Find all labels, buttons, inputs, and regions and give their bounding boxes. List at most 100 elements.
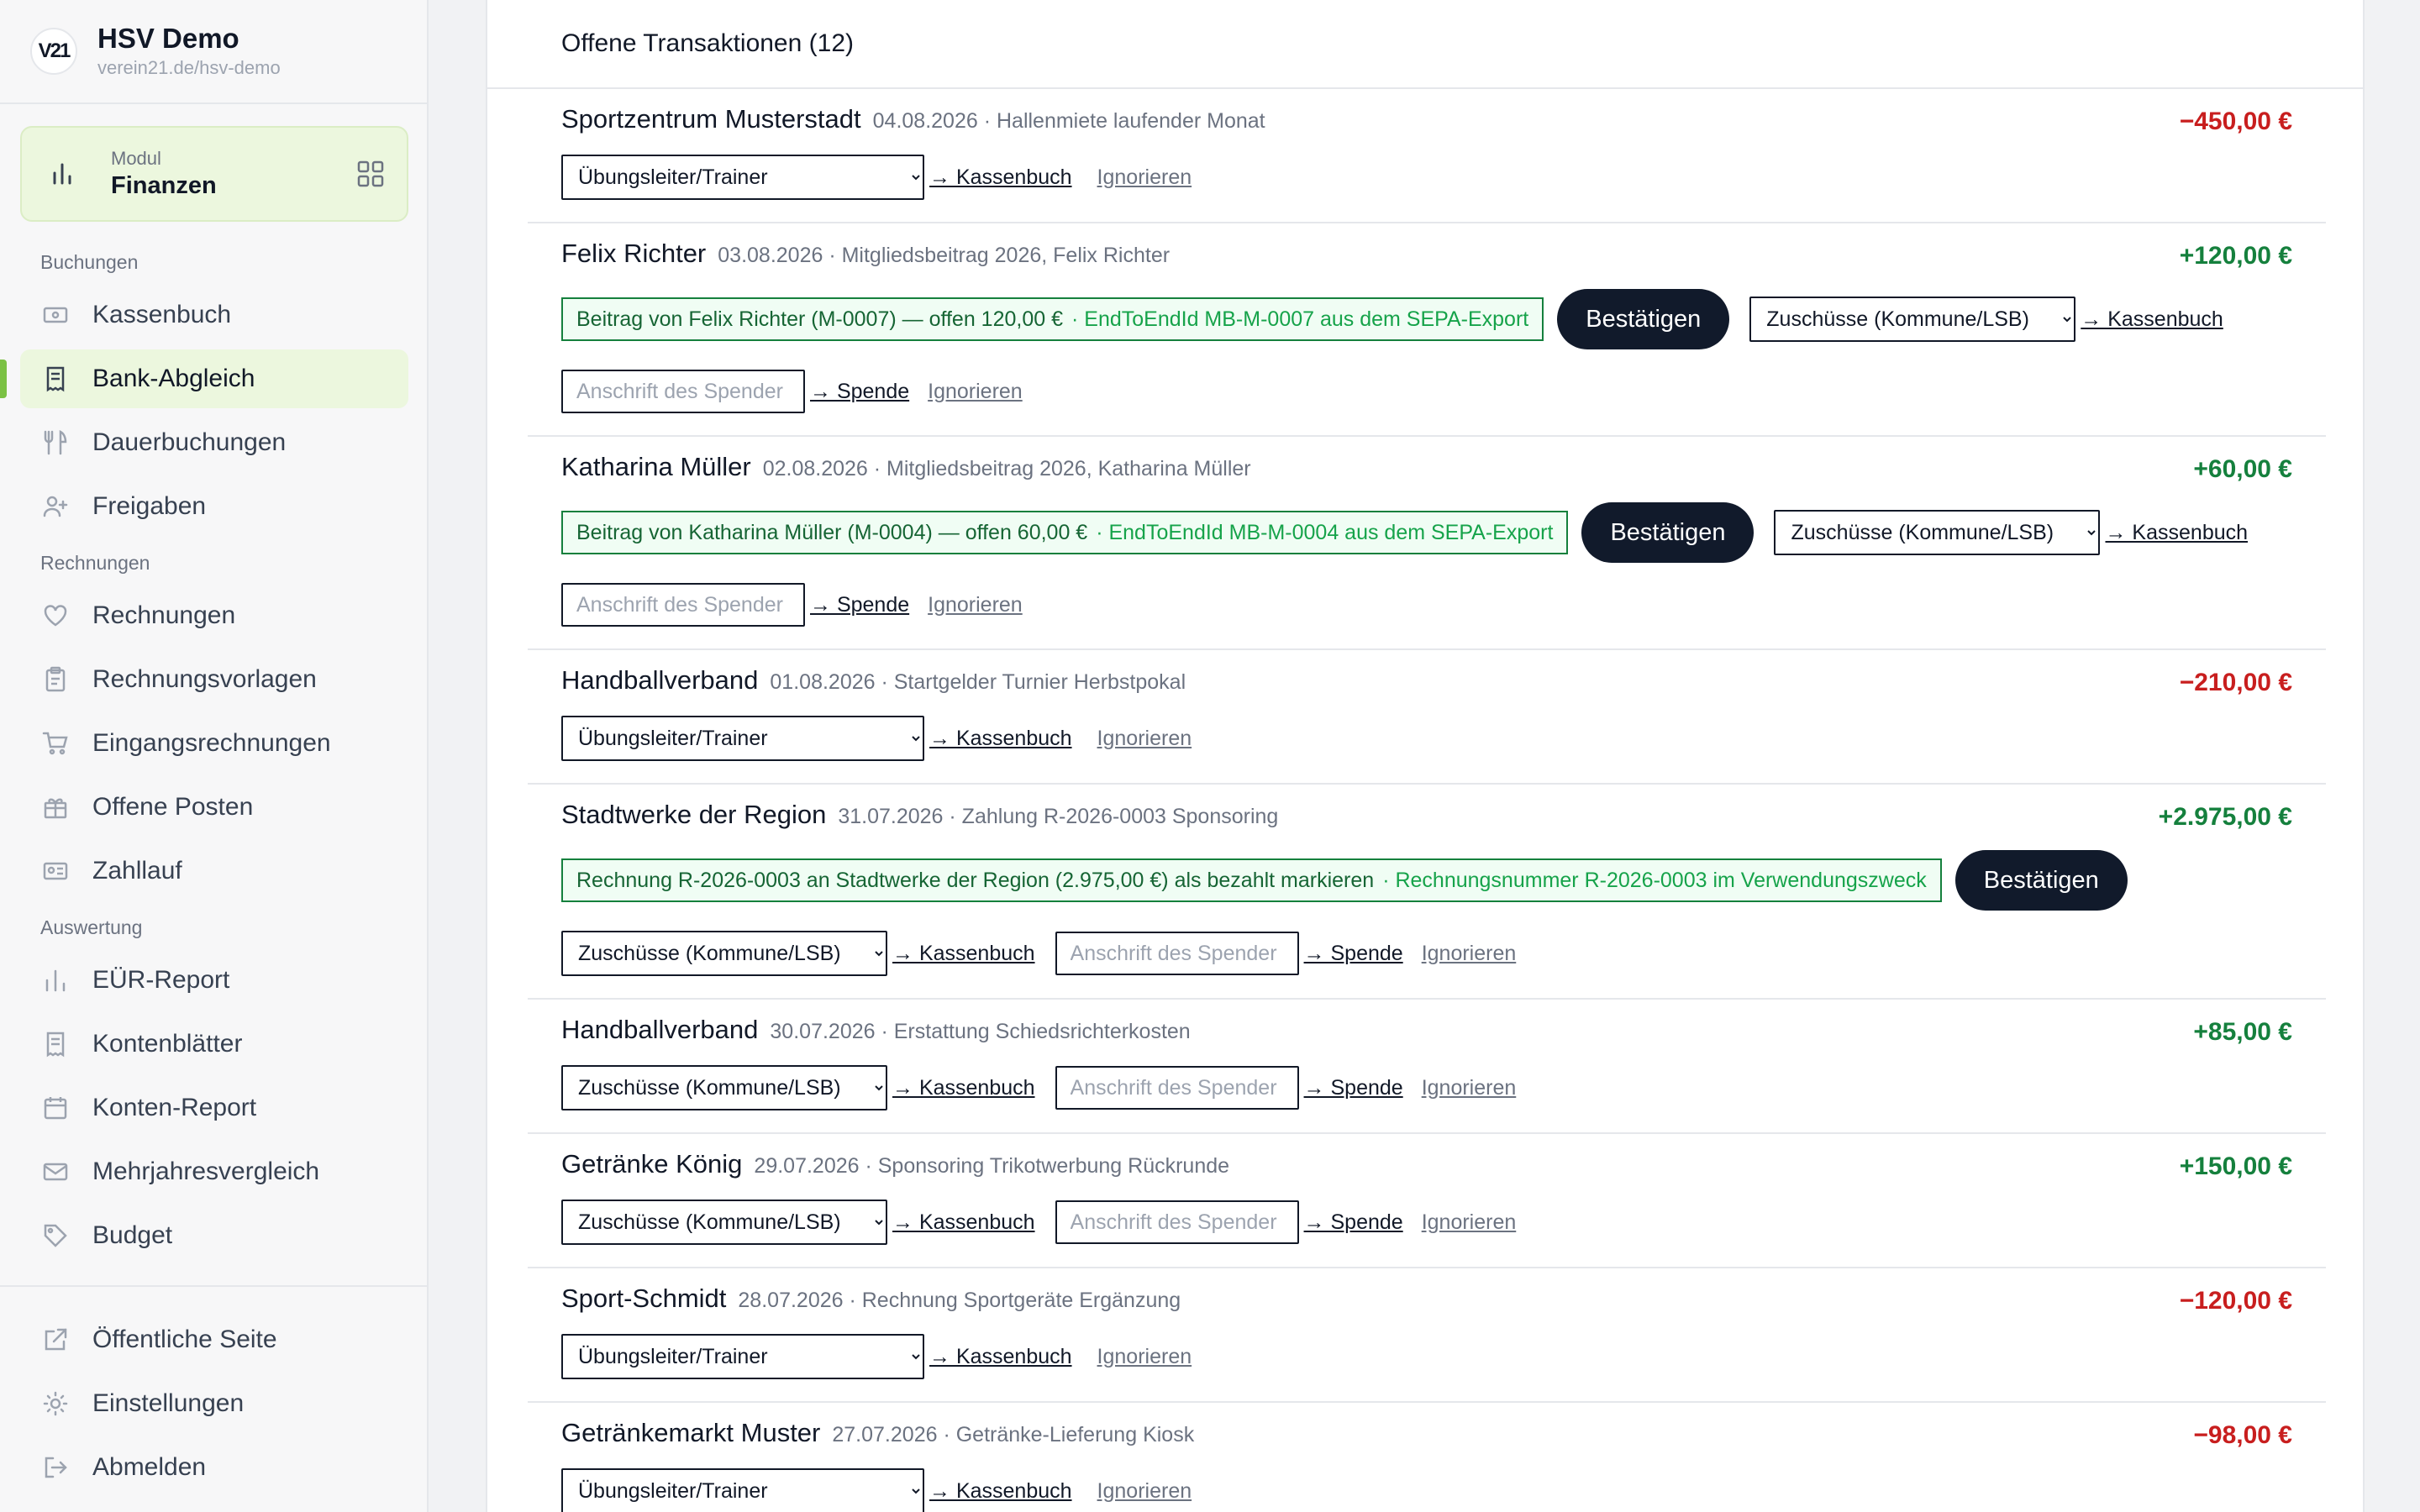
- action-line: Beitrag von Felix Richter (M-0007) — off…: [561, 289, 2223, 349]
- sidebar-item-bank-abgleich[interactable]: Bank-Abgleich: [0, 349, 408, 408]
- spende-link[interactable]: → Spende: [1304, 942, 1403, 966]
- sidebar-item-zahllauf[interactable]: Zahllauf: [20, 842, 408, 900]
- transaction-meta: 27.07.2026 · Getränke-Lieferung Kiosk: [832, 1423, 1195, 1446]
- sidebar-item-rechnungen[interactable]: Rechnungen: [20, 586, 408, 645]
- ignore-link[interactable]: Ignorieren: [1097, 1479, 1192, 1504]
- ignore-link[interactable]: Ignorieren: [928, 593, 1023, 617]
- ignore-link[interactable]: Ignorieren: [1422, 1076, 1517, 1100]
- transactions-card: Offene Transaktionen (12) Sportzentrum M…: [486, 0, 2365, 1512]
- category-select[interactable]: Übungsleiter/Trainer: [561, 1334, 924, 1379]
- sidebar-item-eingangsrechnungen[interactable]: Eingangsrechnungen: [20, 714, 408, 773]
- category-select[interactable]: Zuschüsse (Kommune/LSB): [1774, 510, 2101, 555]
- category-select[interactable]: Übungsleiter/Trainer: [561, 155, 924, 200]
- transaction-amount: +120,00 €: [2179, 242, 2292, 270]
- counterparty: Sport-Schmidt: [561, 1284, 727, 1313]
- donor-address-input[interactable]: [561, 583, 805, 627]
- confirm-button[interactable]: Bestätigen: [1954, 850, 2128, 911]
- match-hint: · EndToEndId MB-M-0007 aus dem SEPA-Expo…: [1071, 307, 1529, 331]
- kassenbuch-link[interactable]: → Kassenbuch: [2081, 307, 2223, 332]
- bar-chart-icon: [40, 965, 71, 995]
- category-select[interactable]: Zuschüsse (Kommune/LSB): [561, 931, 887, 976]
- kassenbuch-link[interactable]: → Kassenbuch: [892, 1076, 1035, 1100]
- donor-address-input[interactable]: [1055, 932, 1299, 975]
- external-link-icon: [40, 1325, 71, 1355]
- nav-group-auswertung: Auswertung: [40, 916, 143, 938]
- kassenbuch-link[interactable]: → Kassenbuch: [2105, 521, 2248, 545]
- confirm-button[interactable]: Bestätigen: [1581, 502, 1754, 563]
- grid-icon[interactable]: [356, 160, 385, 192]
- transaction-amount: +150,00 €: [2179, 1152, 2292, 1180]
- transaction-amount: −210,00 €: [2179, 669, 2292, 696]
- spende-link[interactable]: → Spende: [810, 380, 909, 404]
- donor-address-input[interactable]: [1055, 1200, 1299, 1244]
- spende-link[interactable]: → Spende: [1304, 1076, 1403, 1100]
- logout-icon: [40, 1452, 71, 1483]
- category-select[interactable]: Zuschüsse (Kommune/LSB): [561, 1200, 887, 1245]
- sidebar-item-label: Einstellungen: [92, 1389, 245, 1417]
- category-select[interactable]: Zuschüsse (Kommune/LSB): [1749, 297, 2076, 342]
- transaction-amount: −450,00 €: [2179, 108, 2292, 135]
- sun-gear-icon: [40, 1389, 71, 1419]
- match-hint: · Rechnungsnummer R-2026-0003 im Verwend…: [1382, 868, 1927, 892]
- spende-link[interactable]: → Spende: [810, 593, 909, 617]
- transaction-row: Getränke König 29.07.2026 · Sponsoring Tr…: [528, 1134, 2326, 1268]
- sidebar-item-konten-report[interactable]: Konten-Report: [20, 1079, 408, 1137]
- module-caption: Modul: [111, 148, 161, 169]
- kassenbuch-link[interactable]: → Kassenbuch: [929, 1345, 1072, 1369]
- confirm-button[interactable]: Bestätigen: [1557, 289, 1730, 349]
- sidebar-item-label: Budget: [92, 1221, 173, 1249]
- kassenbuch-link[interactable]: → Kassenbuch: [892, 942, 1035, 966]
- ignore-link[interactable]: Ignorieren: [1097, 165, 1192, 190]
- kassenbuch-link[interactable]: → Kassenbuch: [929, 1479, 1072, 1504]
- sidebar-item-freigaben[interactable]: Freigaben: [20, 477, 408, 536]
- module-switcher[interactable]: Modul Finanzen: [20, 126, 408, 222]
- spende-link[interactable]: → Spende: [1304, 1210, 1403, 1235]
- calendar-icon: [40, 1093, 71, 1123]
- sidebar-item-label: Mehrjahresvergleich: [92, 1158, 320, 1185]
- sidebar-item-offene-posten[interactable]: Offene Posten: [20, 778, 408, 837]
- ignore-link[interactable]: Ignorieren: [1422, 942, 1517, 966]
- action-line: Übungsleiter/Trainer → Kassenbuch Ignori…: [561, 1334, 1192, 1379]
- transaction-amount: +85,00 €: [2193, 1018, 2292, 1046]
- sidebar-item-abmelden[interactable]: Abmelden: [20, 1438, 408, 1497]
- sidebar-item-kassenbuch[interactable]: Kassenbuch: [20, 286, 408, 344]
- ignore-link[interactable]: Ignorieren: [928, 380, 1023, 404]
- match-suggestion: Beitrag von Katharina Müller (M-0004) — …: [561, 511, 1569, 554]
- cart-icon: [40, 728, 71, 759]
- kassenbuch-link[interactable]: → Kassenbuch: [929, 727, 1072, 751]
- sidebar-item-rechnungsvorlagen[interactable]: Rechnungsvorlagen: [20, 650, 408, 709]
- counterparty: Stadtwerke der Region: [561, 800, 827, 829]
- action-line: Zuschüsse (Kommune/LSB) → Kassenbuch → S…: [561, 1065, 1516, 1110]
- sidebar-item-mehrjahresvergleich[interactable]: Mehrjahresvergleich: [20, 1142, 408, 1201]
- sidebar-item-kontenblaetter[interactable]: Kontenblätter: [20, 1015, 408, 1074]
- action-line: Beitrag von Katharina Müller (M-0004) — …: [561, 502, 2248, 563]
- sidebar-item-oeffentliche-seite[interactable]: Öffentliche Seite: [20, 1310, 408, 1369]
- transaction-amount: −120,00 €: [2179, 1287, 2292, 1315]
- action-line: Übungsleiter/Trainer → Kassenbuch Ignori…: [561, 716, 1192, 761]
- category-select[interactable]: Übungsleiter/Trainer: [561, 716, 924, 761]
- kassenbuch-link[interactable]: → Kassenbuch: [929, 165, 1072, 190]
- donor-address-input[interactable]: [561, 370, 805, 413]
- heart-icon: [40, 601, 71, 631]
- kassenbuch-link[interactable]: → Kassenbuch: [892, 1210, 1035, 1235]
- sidebar-item-eur-report[interactable]: EÜR-Report: [20, 951, 408, 1010]
- sidebar-item-dauerbuchungen[interactable]: Dauerbuchungen: [20, 413, 408, 472]
- ignore-link[interactable]: Ignorieren: [1097, 727, 1192, 751]
- category-select[interactable]: Übungsleiter/Trainer: [561, 1468, 924, 1512]
- donor-address-input[interactable]: [1055, 1066, 1299, 1110]
- transaction-row: Felix Richter 03.08.2026 · Mitgliedsbeitr…: [528, 223, 2326, 437]
- brand-header[interactable]: V21 HSV Demo verein21.de/hsv-demo: [0, 0, 427, 104]
- transaction-amount: +60,00 €: [2193, 455, 2292, 483]
- sidebar-item-einstellungen[interactable]: Einstellungen: [20, 1374, 408, 1433]
- transaction-meta: 03.08.2026 · Mitgliedsbeitrag 2026, Feli…: [718, 244, 1171, 267]
- category-select[interactable]: Zuschüsse (Kommune/LSB): [561, 1065, 887, 1110]
- sidebar-item-label: Zahllauf: [92, 857, 182, 885]
- transaction-meta: 31.07.2026 · Zahlung R-2026-0003 Sponsor…: [838, 805, 1279, 828]
- ignore-link[interactable]: Ignorieren: [1097, 1345, 1192, 1369]
- ignore-link[interactable]: Ignorieren: [1422, 1210, 1517, 1235]
- transaction-row: Handballverband 30.07.2026 · Erstattung S…: [528, 1000, 2326, 1134]
- action-line: → Spende Ignorieren: [561, 583, 1023, 627]
- counterparty: Sportzentrum Musterstadt: [561, 104, 861, 134]
- sidebar-item-budget[interactable]: Budget: [20, 1206, 408, 1265]
- id-card-icon: [40, 856, 71, 886]
